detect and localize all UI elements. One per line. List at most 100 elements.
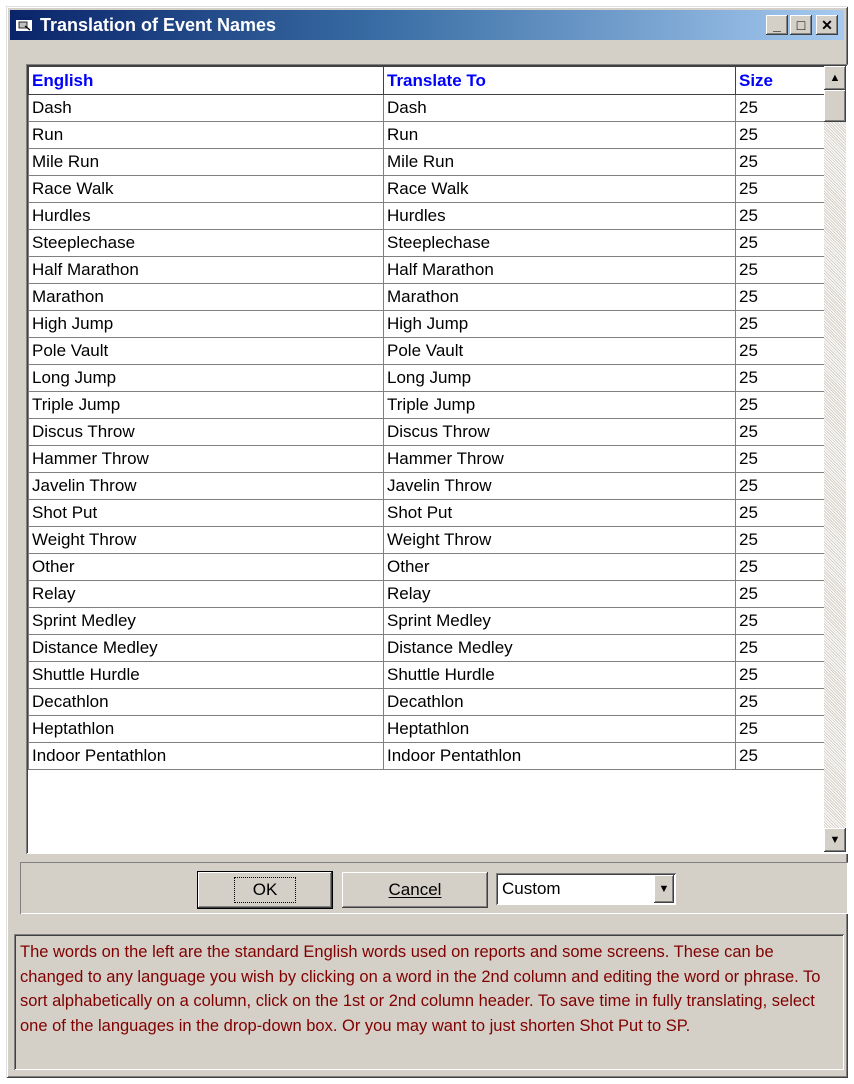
cell-translate-to[interactable]: Mile Run [383,148,736,176]
cell-translate-to[interactable]: Race Walk [383,175,736,203]
cell-english[interactable]: Indoor Pentathlon [28,742,384,770]
cell-english[interactable]: Other [28,553,384,581]
cell-size[interactable]: 25 [735,499,825,527]
table-row[interactable]: Javelin Throw Javelin Throw 25 [28,472,825,500]
cell-translate-to[interactable]: Heptathlon [383,715,736,743]
cell-english[interactable]: Sprint Medley [28,607,384,635]
cell-english[interactable]: Triple Jump [28,391,384,419]
cell-translate-to[interactable]: Triple Jump [383,391,736,419]
language-dropdown[interactable]: Custom ▼ [496,873,676,905]
cell-translate-to[interactable]: Shot Put [383,499,736,527]
cell-size[interactable]: 25 [735,634,825,662]
cell-size[interactable]: 25 [735,229,825,257]
cell-size[interactable]: 25 [735,148,825,176]
cell-english[interactable]: Shot Put [28,499,384,527]
cell-english[interactable]: Javelin Throw [28,472,384,500]
cell-size[interactable]: 25 [735,256,825,284]
cell-size[interactable]: 25 [735,607,825,635]
cell-size[interactable]: 25 [735,472,825,500]
cell-english[interactable]: Distance Medley [28,634,384,662]
cell-size[interactable]: 25 [735,337,825,365]
cell-translate-to[interactable]: Run [383,121,736,149]
maximize-button[interactable]: □ [790,15,812,35]
minimize-button[interactable]: _ [766,15,788,35]
cell-size[interactable]: 25 [735,742,825,770]
cell-english[interactable]: Weight Throw [28,526,384,554]
cell-translate-to[interactable]: Pole Vault [383,337,736,365]
cell-size[interactable]: 25 [735,715,825,743]
table-row[interactable]: Run Run 25 [28,121,825,149]
cell-translate-to[interactable]: Discus Throw [383,418,736,446]
scroll-down-icon[interactable]: ▼ [824,828,846,852]
cell-translate-to[interactable]: Distance Medley [383,634,736,662]
ok-button[interactable]: OK [197,871,333,909]
cell-english[interactable]: Discus Throw [28,418,384,446]
cell-size[interactable]: 25 [735,418,825,446]
cell-translate-to[interactable]: Relay [383,580,736,608]
column-header-english[interactable]: English [28,66,384,95]
cell-translate-to[interactable]: Half Marathon [383,256,736,284]
table-row[interactable]: Sprint Medley Sprint Medley 25 [28,607,825,635]
cell-translate-to[interactable]: Hurdles [383,202,736,230]
cell-english[interactable]: Half Marathon [28,256,384,284]
cell-english[interactable]: Long Jump [28,364,384,392]
cell-size[interactable]: 25 [735,175,825,203]
table-row[interactable]: Discus Throw Discus Throw 25 [28,418,825,446]
cell-size[interactable]: 25 [735,526,825,554]
cell-size[interactable]: 25 [735,283,825,311]
cell-english[interactable]: Run [28,121,384,149]
cell-size[interactable]: 25 [735,364,825,392]
cell-translate-to[interactable]: Hammer Throw [383,445,736,473]
cell-english[interactable]: High Jump [28,310,384,338]
table-row[interactable]: Half Marathon Half Marathon 25 [28,256,825,284]
close-button[interactable]: ✕ [816,15,838,35]
cell-size[interactable]: 25 [735,661,825,689]
table-row[interactable]: Mile Run Mile Run 25 [28,148,825,176]
table-row[interactable]: High Jump High Jump 25 [28,310,825,338]
table-row[interactable]: Race Walk Race Walk 25 [28,175,825,203]
cell-size[interactable]: 25 [735,391,825,419]
cell-size[interactable]: 25 [735,580,825,608]
cell-translate-to[interactable]: Steeplechase [383,229,736,257]
table-row[interactable]: Relay Relay 25 [28,580,825,608]
table-row[interactable]: Indoor Pentathlon Indoor Pentathlon 25 [28,742,825,770]
cell-translate-to[interactable]: Shuttle Hurdle [383,661,736,689]
cell-english[interactable]: Mile Run [28,148,384,176]
cell-translate-to[interactable]: Marathon [383,283,736,311]
table-row[interactable]: Dash Dash 25 [28,94,825,122]
cell-english[interactable]: Heptathlon [28,715,384,743]
cell-translate-to[interactable]: Other [383,553,736,581]
cell-english[interactable]: Relay [28,580,384,608]
cell-translate-to[interactable]: Long Jump [383,364,736,392]
table-row[interactable]: Heptathlon Heptathlon 25 [28,715,825,743]
cell-size[interactable]: 25 [735,310,825,338]
cell-english[interactable]: Marathon [28,283,384,311]
cell-english[interactable]: Decathlon [28,688,384,716]
scroll-thumb[interactable] [824,90,846,122]
cell-size[interactable]: 25 [735,94,825,122]
cell-size[interactable]: 25 [735,445,825,473]
cell-english[interactable]: Shuttle Hurdle [28,661,384,689]
cell-size[interactable]: 25 [735,688,825,716]
cell-english[interactable]: Steeplechase [28,229,384,257]
cell-english[interactable]: Hurdles [28,202,384,230]
dropdown-arrow-icon[interactable]: ▼ [654,875,674,903]
cell-translate-to[interactable]: Dash [383,94,736,122]
cell-translate-to[interactable]: Indoor Pentathlon [383,742,736,770]
cell-english[interactable]: Dash [28,94,384,122]
cell-translate-to[interactable]: High Jump [383,310,736,338]
table-row[interactable]: Hammer Throw Hammer Throw 25 [28,445,825,473]
vertical-scrollbar[interactable]: ▲ ▼ [824,66,846,852]
column-header-translate-to[interactable]: Translate To [383,66,736,95]
cell-english[interactable]: Pole Vault [28,337,384,365]
table-row[interactable]: Other Other 25 [28,553,825,581]
cell-size[interactable]: 25 [735,202,825,230]
table-row[interactable]: Pole Vault Pole Vault 25 [28,337,825,365]
cell-english[interactable]: Hammer Throw [28,445,384,473]
column-header-size[interactable]: Size [735,66,825,95]
table-row[interactable]: Weight Throw Weight Throw 25 [28,526,825,554]
cell-size[interactable]: 25 [735,121,825,149]
cell-translate-to[interactable]: Javelin Throw [383,472,736,500]
scroll-up-icon[interactable]: ▲ [824,66,846,90]
table-row[interactable]: Shot Put Shot Put 25 [28,499,825,527]
